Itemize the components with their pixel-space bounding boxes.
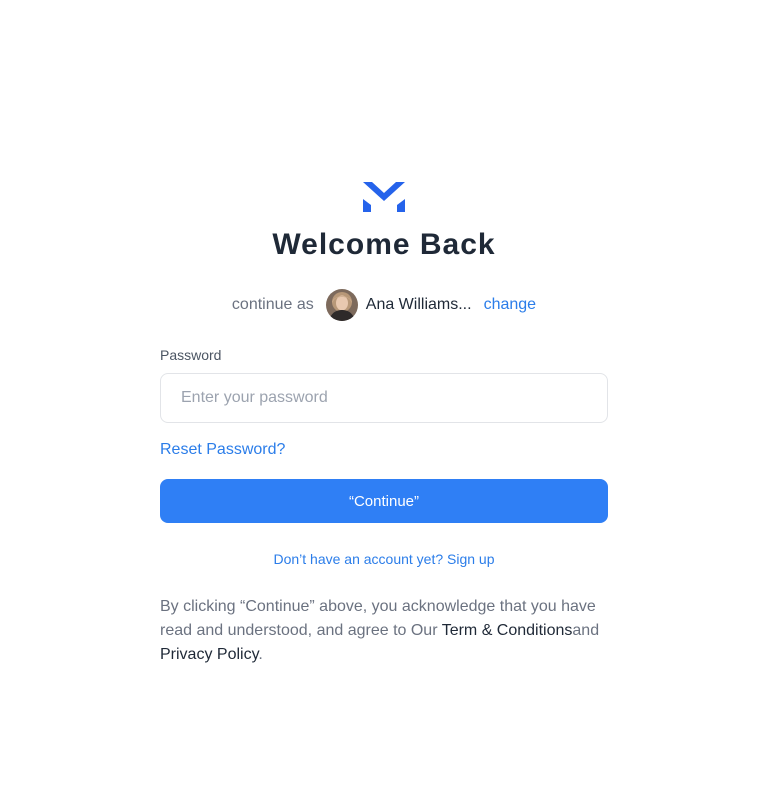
terms-link[interactable]: Term & Conditions <box>442 622 573 639</box>
legal-text: By clicking “Continue” above, you acknow… <box>160 595 612 667</box>
privacy-policy-link[interactable]: Privacy Policy <box>160 646 258 663</box>
user-name: Ana Williams... <box>365 296 472 313</box>
continue-as-row: continue as Ana Williams... change <box>0 288 768 322</box>
change-account-link[interactable]: change <box>484 296 537 314</box>
continue-button[interactable]: “Continue” <box>160 479 608 523</box>
m-logo-icon <box>363 182 405 212</box>
reset-password-link[interactable]: Reset Password? <box>160 441 285 459</box>
password-input[interactable] <box>160 373 608 423</box>
legal-period: . <box>258 646 263 663</box>
avatar <box>325 289 358 321</box>
signup-link[interactable]: Don’t have an account yet? Sign up <box>0 551 768 567</box>
page-title: Welcome Back <box>272 228 496 261</box>
password-label: Password <box>160 347 222 363</box>
continue-as-label: continue as <box>231 296 314 313</box>
legal-and-text: and <box>572 622 600 639</box>
user-avatar-icon <box>325 289 358 321</box>
login-page: Welcome Back continue as Ana Williams...… <box>0 0 768 800</box>
